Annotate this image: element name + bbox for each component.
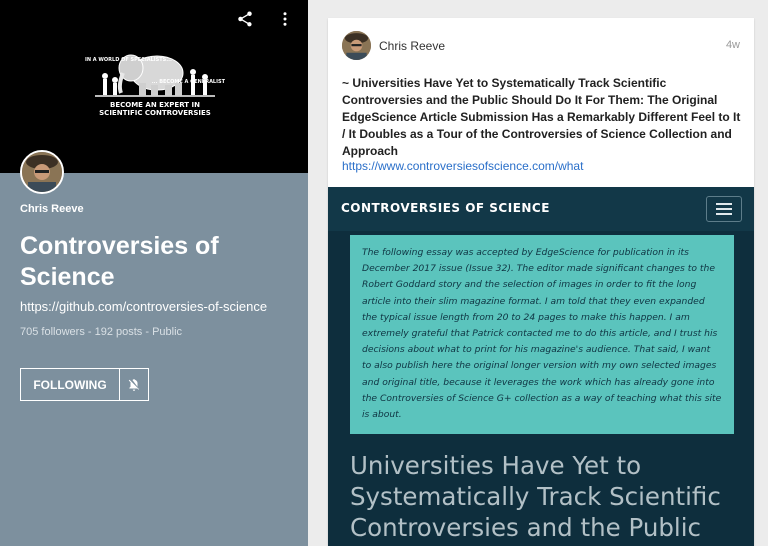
cover-art: IN A WORLD OF SPECIALISTS... ... BECOME … — [85, 43, 225, 125]
cover-right-tag: ... BECOME A GENERALIST — [151, 79, 225, 85]
collection-panel: IN A WORLD OF SPECIALISTS... ... BECOME … — [0, 0, 308, 546]
post-body: ~ Universities Have Yet to Systematicall… — [342, 76, 741, 158]
menu-icon[interactable] — [706, 196, 742, 222]
share-icon[interactable] — [234, 8, 256, 30]
preview-brand: CONTROVERSIES OF SCIENCE — [341, 201, 550, 215]
bell-off-icon — [128, 378, 140, 391]
post-timestamp: 4w — [725, 39, 740, 51]
follow-controls: FOLLOWING — [20, 368, 149, 401]
collection-meta: 705 followers - 192 posts - Public — [20, 326, 183, 338]
cover-headline: BECOME AN EXPERT IN SCIENTIFIC CONTROVER… — [99, 101, 211, 117]
cover-left-tag: IN A WORLD OF SPECIALISTS... — [85, 57, 172, 63]
post-card: Chris Reeve 4w ~ Universities Have Yet t… — [328, 18, 754, 546]
collection-url[interactable]: https://github.com/controversies-of-scie… — [20, 299, 267, 314]
collection-title: Controversies of Science — [20, 232, 219, 291]
preview-heading: Universities Have Yet to Systematically … — [350, 451, 721, 542]
notifications-toggle[interactable] — [120, 368, 149, 401]
post-author-avatar[interactable] — [342, 31, 371, 60]
post-link[interactable]: https://www.controversiesofscience.com/w… — [342, 159, 583, 173]
post-author[interactable]: Chris Reeve — [379, 39, 445, 53]
preview-note: The following essay was accepted by Edge… — [350, 235, 734, 434]
collection-cover: IN A WORLD OF SPECIALISTS... ... BECOME … — [0, 0, 308, 173]
preview-navbar: CONTROVERSIES OF SCIENCE — [328, 187, 754, 231]
more-vert-icon[interactable] — [274, 8, 296, 30]
owner-avatar[interactable] — [20, 150, 64, 194]
collection-actions — [234, 8, 296, 30]
link-preview[interactable]: CONTROVERSIES OF SCIENCE The following e… — [328, 187, 754, 546]
following-button[interactable]: FOLLOWING — [20, 368, 120, 401]
owner-name[interactable]: Chris Reeve — [20, 203, 84, 215]
